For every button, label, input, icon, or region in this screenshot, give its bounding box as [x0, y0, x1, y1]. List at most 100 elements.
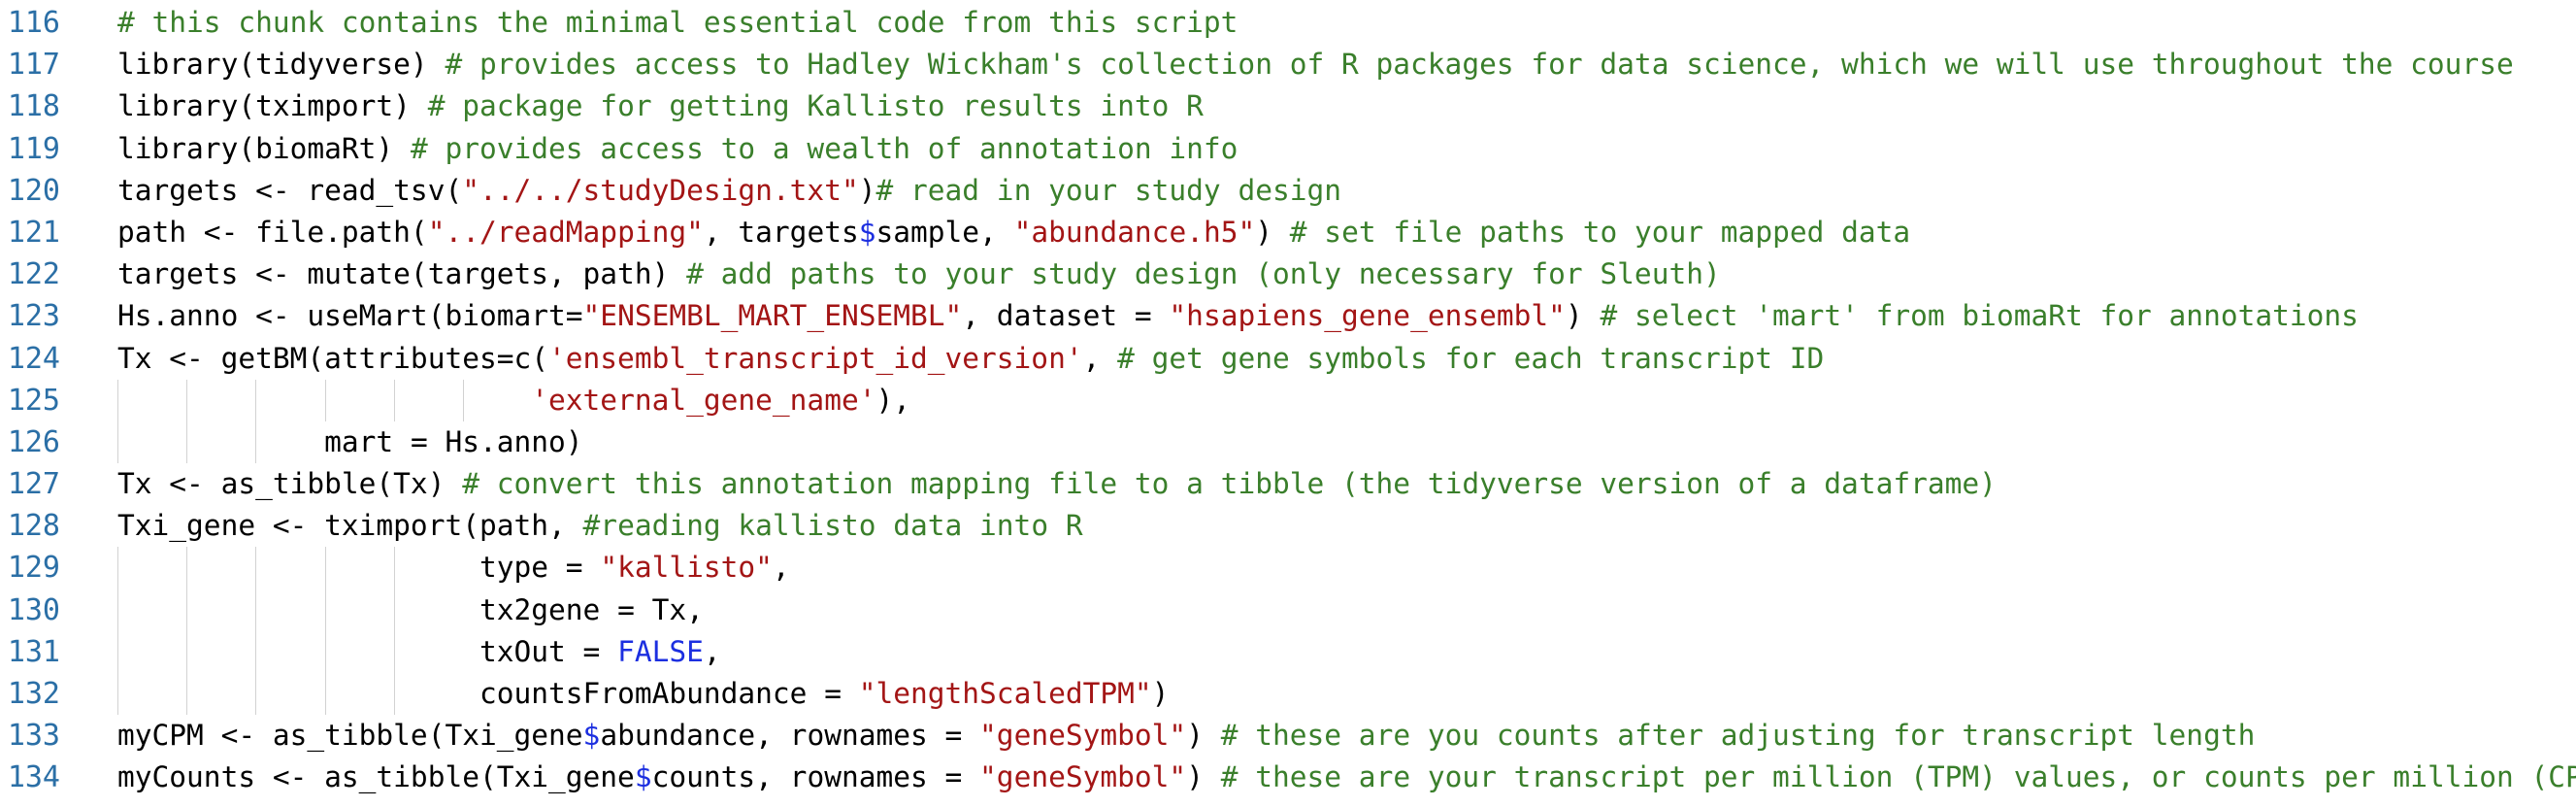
code-string: "abundance.h5" [1013, 215, 1256, 249]
code-content: library(tidyverse) # provides access to … [117, 44, 2514, 85]
code-line[interactable]: 122 targets <- mutate(targets, path) # ad… [0, 253, 2576, 295]
code-text: , [1082, 341, 1118, 375]
indent-guide [324, 547, 326, 589]
code-line[interactable]: 129 type = "kallisto", [0, 547, 2576, 589]
indent-guide [463, 379, 464, 421]
code-line[interactable]: 130 tx2gene = Tx, [0, 589, 2576, 631]
code-content: targets <- mutate(targets, path) # add p… [117, 253, 1721, 295]
code-text: , dataset = [962, 299, 1170, 333]
code-line[interactable]: 131 txOut = FALSE, [0, 630, 2576, 673]
code-comment: #reading kallisto data into R [582, 509, 1083, 543]
indent-guide [393, 630, 395, 673]
code-text: countsFromAbundance = [479, 677, 859, 710]
line-number: 121 [7, 215, 60, 250]
code-text: library(tidyverse) [117, 48, 446, 82]
code-text: targets <- read_tsv( [117, 173, 463, 207]
code-line[interactable]: 116 # this chunk contains the minimal ess… [0, 2, 2576, 44]
code-comment: # provides access to Hadley Wickham's co… [445, 48, 2514, 82]
line-number: 127 [7, 467, 60, 502]
code-line[interactable]: 120 targets <- read_tsv("../../studyDesig… [0, 170, 2576, 212]
indent-guide [186, 673, 188, 716]
code-operator: $ [582, 719, 601, 753]
line-number: 119 [7, 131, 60, 166]
code-text: path <- file.path( [117, 215, 428, 249]
indent-guide [393, 673, 395, 716]
code-line[interactable]: 125 'external_gene_name'), [0, 379, 2576, 421]
code-text: tx2gene = Tx, [479, 592, 704, 626]
code-text: , targets [703, 215, 859, 249]
code-string: "hsapiens_gene_ensembl" [1169, 299, 1566, 333]
code-comment: # this chunk contains the minimal essent… [117, 6, 1238, 39]
code-content: path <- file.path("../readMapping", targ… [117, 212, 1910, 253]
code-text: abundance, rownames = [600, 719, 980, 753]
indent-guide [255, 630, 257, 673]
code-line[interactable]: 133 myCPM <- as_tibble(Txi_gene$abundance… [0, 715, 2576, 757]
indent-guide [393, 379, 395, 421]
line-number: 124 [7, 341, 60, 376]
code-string: "kallisto" [600, 551, 773, 585]
line-number: 116 [7, 6, 60, 40]
code-content: countsFromAbundance = "lengthScaledTPM") [117, 673, 1169, 716]
code-text: ), [875, 383, 911, 417]
code-string: 'external_gene_name' [531, 383, 876, 417]
indent-guide [186, 630, 188, 673]
code-comment: # read in your study design [875, 173, 1342, 207]
code-line[interactable]: 132 countsFromAbundance = "lengthScaledT… [0, 673, 2576, 716]
code-text: counts, rownames = [651, 760, 980, 794]
indent-guide [393, 547, 395, 589]
indent-guide [255, 589, 257, 631]
code-string: "lengthScaledTPM" [858, 677, 1152, 710]
code-text: txOut = [479, 634, 618, 668]
code-line[interactable]: 121 path <- file.path("../readMapping", t… [0, 212, 2576, 253]
code-line[interactable]: 124 Tx <- getBM(attributes=c('ensembl_tra… [0, 338, 2576, 380]
line-number: 131 [7, 634, 60, 669]
code-content: library(biomaRt) # provides access to a … [117, 128, 1238, 170]
line-number: 122 [7, 257, 60, 292]
code-text: Txi_gene <- tximport(path, [117, 509, 583, 543]
code-text: library(tximport) [117, 89, 428, 123]
indent-guide [117, 589, 118, 631]
code-line[interactable]: 134 myCounts <- as_tibble(Txi_gene$counts… [0, 757, 2576, 798]
line-number: 123 [7, 299, 60, 334]
line-number: 132 [7, 677, 60, 711]
code-string: "ENSEMBL_MART_ENSEMBL" [582, 299, 963, 333]
code-content: mart = Hs.anno) [117, 421, 583, 464]
code-content: 'external_gene_name'), [117, 379, 911, 421]
code-content: Tx <- getBM(attributes=c('ensembl_transc… [117, 338, 1824, 380]
code-string: "../../studyDesign.txt" [462, 173, 859, 207]
line-number: 126 [7, 424, 60, 459]
code-line[interactable]: 119 library(biomaRt) # provides access to… [0, 128, 2576, 170]
code-content: myCounts <- as_tibble(Txi_gene$counts, r… [117, 757, 2576, 798]
code-content: # this chunk contains the minimal essent… [117, 2, 1238, 44]
indent-guide [324, 589, 326, 631]
code-operator: $ [858, 215, 876, 249]
code-line[interactable]: 128 Txi_gene <- tximport(path, #reading k… [0, 505, 2576, 547]
indent-guide [186, 379, 188, 421]
code-line[interactable]: 123 Hs.anno <- useMart(biomart="ENSEMBL_M… [0, 295, 2576, 337]
code-content: Hs.anno <- useMart(biomart="ENSEMBL_MART… [117, 295, 2359, 337]
code-text: ) [1565, 299, 1601, 333]
line-number: 128 [7, 509, 60, 544]
code-text: targets <- mutate(targets, path) [117, 257, 687, 291]
code-text: ) [1186, 760, 1221, 794]
code-editor[interactable]: 116 # this chunk contains the minimal ess… [0, 2, 2576, 808]
code-string: "geneSymbol" [979, 760, 1187, 794]
line-number: 118 [7, 89, 60, 124]
code-line[interactable]: 127 Tx <- as_tibble(Tx) # convert this an… [0, 463, 2576, 505]
indent-guide [324, 379, 326, 421]
code-line[interactable]: 118 library(tximport) # package for getti… [0, 85, 2576, 127]
code-line[interactable]: 117 library(tidyverse) # provides access … [0, 44, 2576, 85]
code-line[interactable]: 126 mart = Hs.anno) [0, 421, 2576, 464]
code-content: myCPM <- as_tibble(Txi_gene$abundance, r… [117, 715, 2255, 757]
code-comment: # get gene symbols for each transcript I… [1117, 341, 1825, 375]
indent-guide [324, 673, 326, 716]
indent-guide [393, 589, 395, 631]
line-number: 130 [7, 592, 60, 627]
indent-guide [117, 673, 118, 716]
code-content: tx2gene = Tx, [117, 589, 704, 631]
code-operator: $ [634, 760, 652, 794]
line-number: 133 [7, 719, 60, 754]
